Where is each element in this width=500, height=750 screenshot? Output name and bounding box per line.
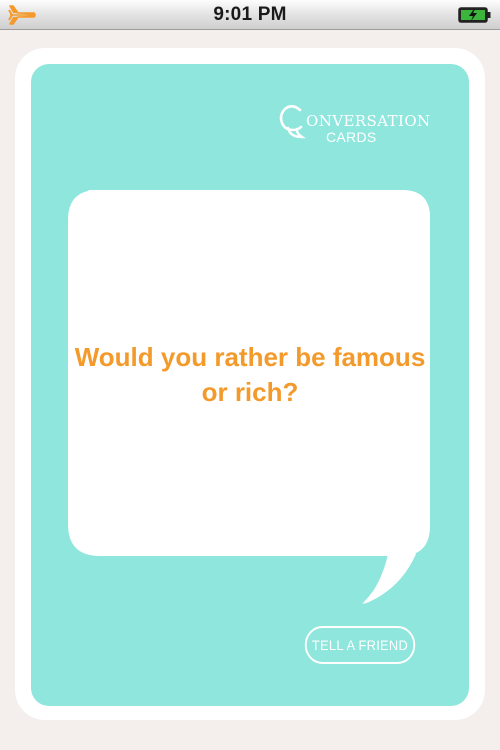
question-text: Would you rather be famous or rich? [74, 342, 426, 407]
tell-a-friend-button[interactable]: TELL A FRIEND [304, 626, 416, 664]
logo-text-line1: ONVERSATION [306, 112, 431, 130]
speech-bubble-q-icon [279, 104, 306, 139]
battery-charging-icon [458, 7, 491, 23]
conversation-cards-logo: ONVERSATION CARDS [278, 104, 438, 148]
logo-text-line2: CARDS [326, 129, 377, 145]
status-bar: 9:01 PM [0, 0, 500, 30]
status-time: 9:01 PM [213, 4, 287, 25]
